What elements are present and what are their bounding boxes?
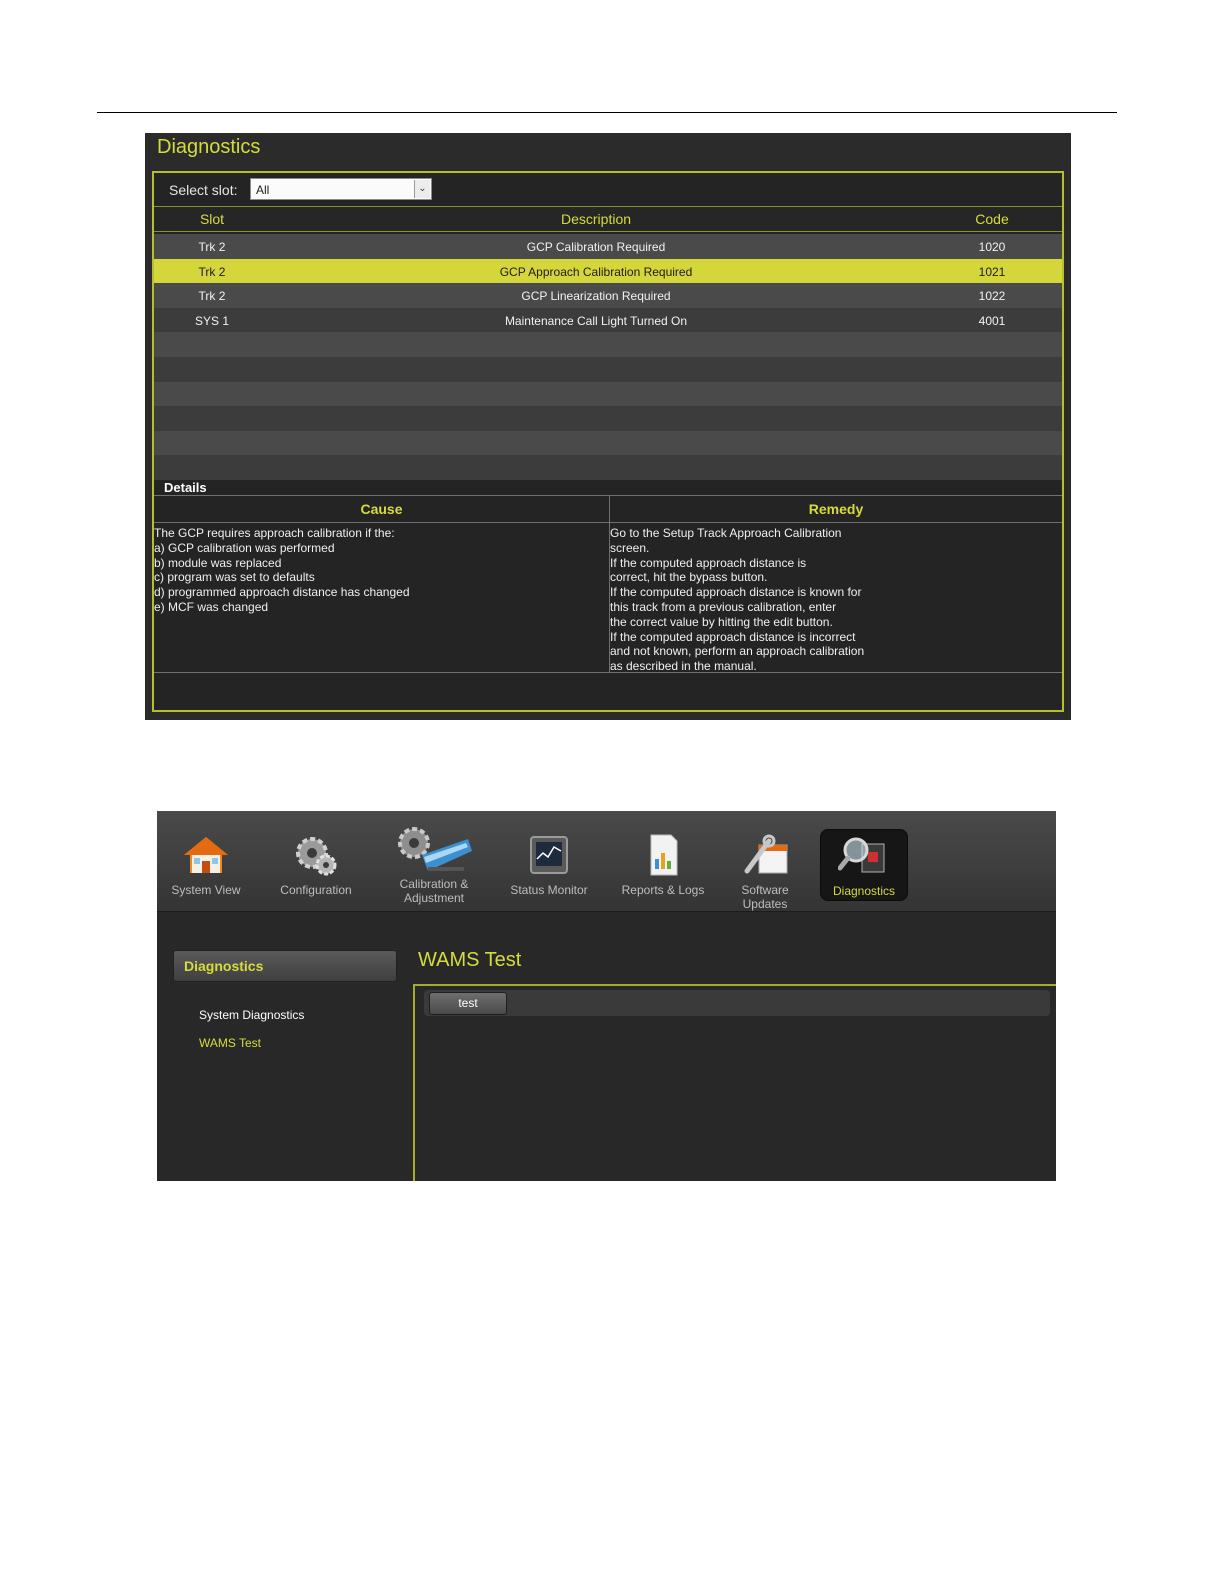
toolbar-label: Calibration & Adjustment: [399, 877, 469, 905]
toolbar-reports-logs[interactable]: Reports & Logs: [619, 811, 707, 897]
toolbar-configuration[interactable]: Configuration: [275, 811, 357, 897]
details-grid: Cause Remedy The GCP requires approach c…: [154, 495, 1062, 673]
column-header-slot[interactable]: Slot: [154, 211, 270, 227]
code-cell: 1020: [978, 240, 1006, 254]
slot-cell: Trk 2: [198, 289, 226, 304]
sidebar-item-system-diagnostics[interactable]: System Diagnostics: [199, 1008, 304, 1022]
slot-cell: Trk 2: [198, 240, 226, 254]
gears-icon: [290, 831, 342, 879]
toolbar-diagnostics[interactable]: Diagnostics: [820, 829, 908, 901]
monitor-icon: [523, 831, 575, 879]
details-label: Details: [164, 480, 207, 495]
gear-train-icon: [394, 825, 474, 873]
diagnostics-screenshot: Diagnostics Select slot: All ⌄ Slot Desc…: [145, 133, 1071, 720]
text-line: this track from a previous calibration, …: [610, 599, 837, 614]
toolbar-status-monitor[interactable]: Status Monitor: [507, 811, 591, 897]
text-line: The GCP requires approach calibration if…: [154, 526, 395, 540]
report-document-icon: [637, 831, 689, 879]
table-row[interactable]: [154, 381, 1062, 407]
text-line: If the computed approach distance is: [610, 555, 807, 570]
main-toolbar: System View Configuration Calibration & …: [157, 811, 1056, 912]
table-header: Slot Description Code: [154, 207, 1062, 232]
text-line: correct, hit the bypass button.: [610, 570, 768, 585]
toolbar-label: Configuration: [280, 883, 352, 897]
table-row[interactable]: Trk 2 GCP Linearization Required 1022: [154, 283, 1062, 308]
cause-header: Cause: [154, 496, 609, 523]
diagnostics-table-body: Trk 2 GCP Calibration Required 1020 Trk 2 GC…: [154, 234, 1062, 480]
text-line: screen.: [610, 540, 650, 555]
text-line: Go to the Setup Track Approach Calibrati…: [610, 526, 842, 540]
code-cell: 4001: [978, 313, 1006, 328]
text-line: If the computed approach distance is kno…: [610, 585, 862, 600]
table-row[interactable]: [154, 430, 1062, 456]
toolbar-label: Status Monitor: [510, 883, 588, 897]
text-line: e) MCF was changed: [154, 599, 269, 614]
toolbar-calibration-adjustment[interactable]: Calibration & Adjustment: [393, 811, 475, 905]
toolbar-label: Software Updates: [741, 883, 789, 911]
remedy-text: Go to the Setup Track Approach Calibrati…: [610, 526, 1060, 674]
table-row[interactable]: Trk 2 GCP Calibration Required 1020: [154, 234, 1062, 259]
column-header-description[interactable]: Description: [270, 211, 922, 227]
toolbar-label: Reports & Logs: [621, 883, 705, 897]
text-line: d) programmed approach distance has chan…: [154, 585, 410, 600]
toolbar-label: Diagnostics: [832, 884, 896, 898]
text-line: as described in the manual.: [610, 659, 757, 674]
table-row[interactable]: [154, 455, 1062, 480]
text-line: and not known, perform an approach calib…: [610, 644, 865, 659]
toolbar-label: System View: [171, 883, 241, 897]
column-header-code[interactable]: Code: [922, 211, 1062, 227]
chevron-down-icon[interactable]: ⌄: [414, 180, 430, 198]
text-line: b) module was replaced: [154, 555, 282, 570]
magnifier-icon: [837, 832, 890, 880]
sidebar-header: Diagnostics: [173, 950, 397, 982]
table-row[interactable]: Trk 2 GCP Approach Calibration Required 10…: [154, 258, 1062, 284]
table-row[interactable]: [154, 332, 1062, 357]
toolbar-software-updates[interactable]: Software Updates: [725, 811, 805, 911]
slot-filter-bar: Select slot: All ⌄: [154, 173, 1062, 207]
description-cell: GCP Calibration Required: [526, 240, 666, 254]
select-slot-dropdown[interactable]: All ⌄: [250, 178, 432, 200]
page-title: Diagnostics: [157, 136, 261, 158]
content-title: WAMS Test: [418, 949, 522, 971]
tab-test[interactable]: test: [429, 992, 507, 1015]
code-cell: 1021: [978, 264, 1006, 279]
page-rule: [97, 112, 1117, 113]
toolbar-system-view[interactable]: System View: [165, 811, 247, 897]
cause-text: The GCP requires approach calibration if…: [154, 526, 604, 615]
description-cell: GCP Linearization Required: [521, 289, 671, 304]
description-cell: Maintenance Call Light Turned On: [504, 313, 688, 328]
text-line: a) GCP calibration was performed: [154, 540, 335, 555]
slot-cell: SYS 1: [194, 313, 230, 328]
sidebar-item-wams-test[interactable]: WAMS Test: [199, 1036, 261, 1050]
diagnostics-panel: Select slot: All ⌄ Slot Description Code…: [152, 171, 1064, 712]
select-slot-value: All: [256, 183, 270, 197]
sidebar-header-label: Diagnostics: [184, 958, 264, 974]
slot-cell: Trk 2: [198, 264, 226, 279]
code-cell: 1022: [978, 289, 1006, 304]
wams-test-screenshot: System View Configuration Calibration & …: [157, 811, 1056, 1181]
content-panel: test: [413, 984, 1056, 1181]
table-row[interactable]: [154, 356, 1062, 382]
select-slot-label: Select slot:: [169, 182, 238, 198]
table-row[interactable]: SYS 1 Maintenance Call Light Turned On 400…: [154, 307, 1062, 333]
wrench-calendar-icon: [739, 831, 791, 879]
text-line: c) program was set to defaults: [154, 570, 315, 585]
table-row[interactable]: [154, 406, 1062, 431]
tab-strip: test: [424, 990, 1050, 1016]
house-icon: [180, 831, 232, 879]
remedy-header: Remedy: [610, 496, 1062, 523]
description-cell: GCP Approach Calibration Required: [499, 264, 693, 279]
text-line: the correct value by hitting the edit bu…: [610, 614, 833, 629]
text-line: If the computed approach distance is inc…: [610, 629, 856, 644]
